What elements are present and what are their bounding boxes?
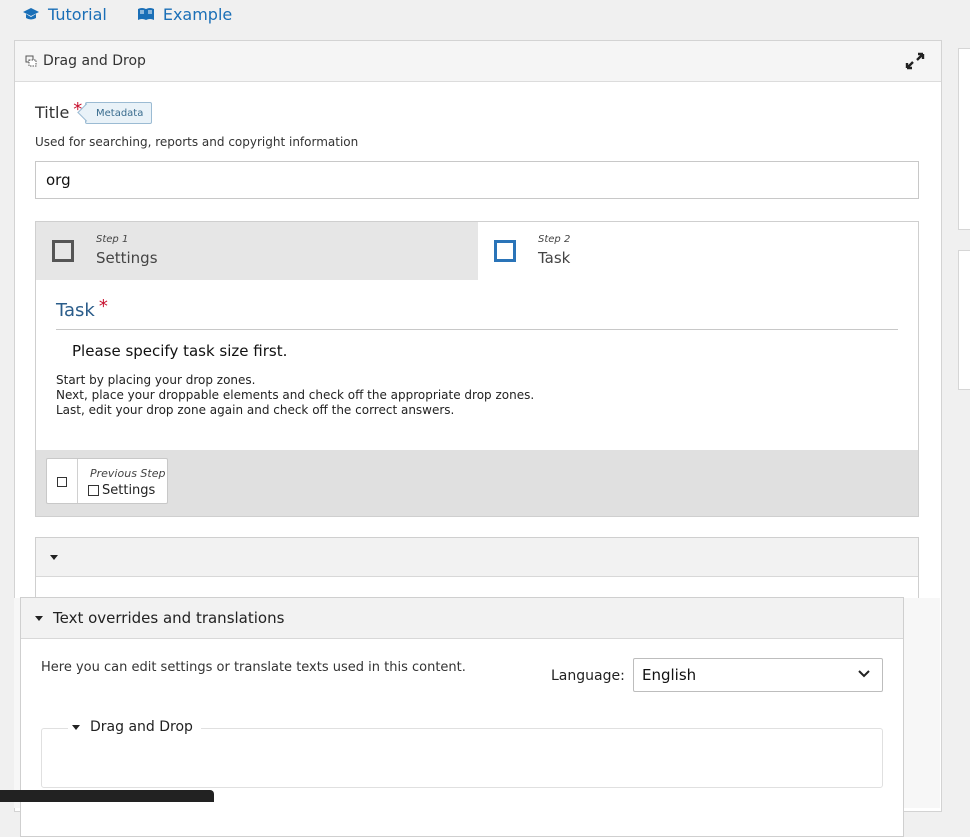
step-label: Task [538, 249, 571, 267]
text-overrides-description: Here you can edit settings or translate … [41, 660, 466, 675]
task-help: Start by placing your drop zones. Next, … [56, 373, 534, 418]
step-number: Step 1 [96, 234, 129, 245]
wizard-step-settings[interactable]: Step 1 Settings [36, 222, 478, 280]
previous-step-label: Settings [88, 483, 155, 498]
title-label: Title * [35, 101, 82, 123]
previous-arrow-area [47, 459, 78, 503]
open-book-icon [137, 8, 154, 20]
previous-step-button[interactable]: Previous Step Settings [46, 458, 168, 504]
divider [56, 329, 898, 330]
help-line: Start by placing your drop zones. [56, 373, 256, 387]
top-nav: Tutorial Example [22, 4, 232, 24]
example-label: Example [162, 4, 233, 24]
tutorial-link[interactable]: Tutorial [22, 5, 107, 24]
graduation-cap-icon [23, 8, 39, 20]
task-heading-text: Task [56, 300, 95, 321]
language-select[interactable]: English [633, 658, 883, 692]
side-panel-edge [958, 48, 970, 230]
settings-step-icon [52, 240, 74, 262]
subgroup-title: Drag and Drop [90, 719, 193, 735]
drag-drop-subgroup-header[interactable]: Drag and Drop [68, 719, 201, 735]
caret-down-icon [50, 555, 58, 560]
help-line: Last, edit your drop zone again and chec… [56, 403, 455, 417]
previous-step-name: Settings [102, 483, 156, 498]
task-heading: Task * [56, 296, 108, 322]
title-description: Used for searching, reports and copyrigh… [35, 135, 359, 149]
language-label: Language: [551, 668, 625, 684]
side-panel-edge [958, 250, 970, 390]
task-step-icon [494, 240, 516, 262]
step-number: Step 2 [538, 234, 571, 245]
editor-header: Drag and Drop [15, 41, 941, 82]
step-label: Settings [96, 249, 158, 267]
task-message: Please specify task size first. [72, 342, 288, 360]
drag-drop-subgroup: Drag and Drop [41, 719, 883, 788]
fullscreen-icon[interactable] [905, 52, 925, 70]
title-label-text: Title [35, 103, 70, 122]
example-link[interactable]: Example [137, 5, 232, 24]
square-icon [57, 477, 67, 487]
text-overrides-title: Text overrides and translations [53, 609, 285, 627]
chevron-down-icon [858, 670, 870, 678]
caret-down-icon [72, 724, 80, 730]
title-input[interactable]: org [35, 161, 919, 199]
metadata-button[interactable]: Metadata [85, 102, 153, 124]
collapsible-group-header[interactable] [36, 538, 918, 577]
required-mark: * [98, 296, 108, 317]
square-icon [88, 485, 99, 496]
language-value: English [642, 666, 697, 684]
status-tooltip [0, 790, 214, 802]
previous-step-caption: Previous Step [90, 467, 166, 480]
library-title: Drag and Drop [43, 53, 146, 69]
wizard-step-task[interactable]: Step 2 Task [478, 222, 918, 280]
help-line: Next, place your droppable elements and … [56, 388, 535, 402]
drag-drop-icon [25, 55, 37, 67]
text-overrides-header[interactable]: Text overrides and translations [21, 598, 903, 639]
wizard-footer: Previous Step Settings [36, 450, 918, 516]
wizard: Step 1 Settings Step 2 Task Task * Pleas… [35, 221, 919, 517]
caret-down-icon [35, 615, 43, 621]
tutorial-label: Tutorial [48, 4, 107, 24]
